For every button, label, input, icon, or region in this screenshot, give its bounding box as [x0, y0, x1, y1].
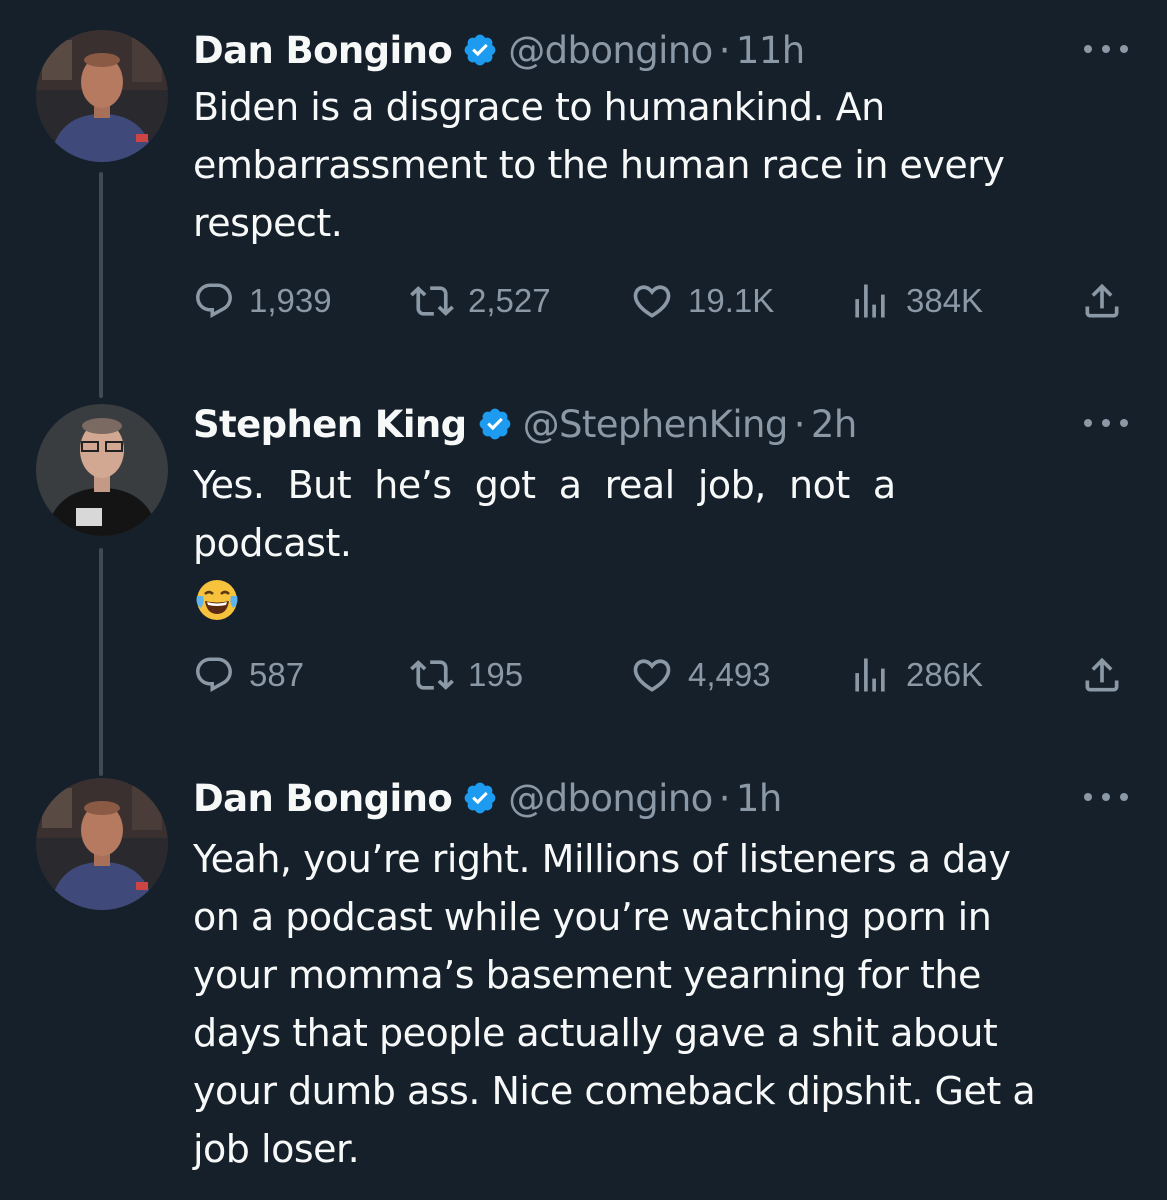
- share-button[interactable]: [1080, 276, 1138, 326]
- author-handle[interactable]: @dbongino: [508, 777, 713, 820]
- retweet-count: 2,527: [468, 282, 551, 319]
- reply-count: 1,939: [249, 282, 332, 319]
- tweet-text-line: Biden is a disgrace to humankind. An: [193, 85, 885, 129]
- timestamp[interactable]: 11h: [736, 29, 805, 72]
- tweet[interactable]: Dan Bongino @dbongino · 11h Biden is a d…: [0, 20, 1167, 340]
- retweet-icon: [410, 286, 454, 316]
- separator-dot: ·: [718, 776, 731, 820]
- retweet-count: 195: [468, 656, 524, 693]
- separator-dot: ·: [793, 402, 806, 446]
- tweet-text-line: days that people actually gave a shit ab…: [193, 1011, 998, 1055]
- reply-count: 587: [249, 656, 305, 693]
- heart-icon: [633, 285, 671, 318]
- views-bar-chart-icon: [855, 658, 885, 692]
- more-options-icon[interactable]: [1084, 782, 1128, 812]
- reply-icon: [196, 657, 232, 692]
- tweet-text: Yes. But he’s got a real job, not a podc…: [193, 456, 896, 634]
- avatar[interactable]: [36, 404, 168, 536]
- tweet-header: Dan Bongino @dbongino · 1h: [193, 768, 782, 828]
- author-name[interactable]: Dan Bongino: [193, 777, 453, 820]
- share-upload-icon: [1085, 657, 1119, 692]
- heart-icon: [633, 659, 671, 692]
- author-handle[interactable]: @StephenKing: [523, 403, 789, 446]
- tweet-text-line: podcast.: [193, 521, 352, 565]
- retweet-icon: [410, 660, 454, 690]
- reply-icon: [196, 283, 232, 318]
- views-button[interactable]: 286K: [848, 650, 983, 700]
- tweet[interactable]: Dan Bongino @dbongino · 1h Yeah, you’re …: [0, 768, 1167, 1188]
- tweet-text-line: your momma’s basement yearning for the: [193, 953, 981, 997]
- tweet-header: Stephen King @StephenKing · 2h: [193, 394, 857, 454]
- tweet-text-line: on a podcast while you’re watching porn …: [193, 895, 992, 939]
- tweet-text: Yeah, you’re right. Millions of listener…: [193, 830, 1036, 1178]
- reply-button[interactable]: 587: [193, 650, 304, 700]
- separator-dot: ·: [718, 28, 731, 72]
- avatar[interactable]: [36, 30, 168, 162]
- tweet-header: Dan Bongino @dbongino · 11h: [193, 20, 805, 80]
- author-name[interactable]: Dan Bongino: [193, 29, 453, 72]
- views-bar-chart-icon: [855, 284, 885, 318]
- like-count: 19.1K: [688, 282, 775, 319]
- timestamp[interactable]: 1h: [736, 777, 782, 820]
- tweet-text-line: Yeah, you’re right. Millions of listener…: [193, 837, 1011, 881]
- share-button[interactable]: [1080, 650, 1138, 700]
- like-button[interactable]: 4,493: [630, 650, 771, 700]
- author-name[interactable]: Stephen King: [193, 403, 467, 446]
- tweet-text: Biden is a disgrace to humankind. An emb…: [193, 78, 1005, 252]
- share-upload-icon: [1085, 283, 1119, 318]
- avatar[interactable]: [36, 778, 168, 910]
- author-handle[interactable]: @dbongino: [508, 29, 713, 72]
- tweet-text-line: Yes. But he’s got a real job, not a: [193, 463, 896, 507]
- tweet-text-line: your dumb ass. Nice comeback dipshit. Ge…: [193, 1069, 1036, 1113]
- tweet[interactable]: Stephen King @StephenKing · 2h Yes. But …: [0, 394, 1167, 724]
- verified-badge-icon: [464, 782, 496, 814]
- emoji-row: [193, 572, 896, 634]
- tweet-text-line: embarrassment to the human race in every: [193, 143, 1005, 187]
- views-count: 384K: [906, 282, 984, 319]
- tweet-actions: 1,939 2,527 19.1K 384K: [0, 276, 1167, 326]
- retweet-button[interactable]: 2,527: [410, 276, 551, 326]
- reply-button[interactable]: 1,939: [193, 276, 332, 326]
- more-options-icon[interactable]: [1084, 34, 1128, 64]
- views-count: 286K: [906, 656, 984, 693]
- timestamp[interactable]: 2h: [811, 403, 857, 446]
- face-with-tears-of-joy-icon: [196, 580, 238, 620]
- tweet-text-line: respect.: [193, 201, 343, 245]
- views-button[interactable]: 384K: [848, 276, 983, 326]
- tweet-actions: 587 195 4,493 286K: [0, 650, 1167, 700]
- verified-badge-icon: [464, 34, 496, 66]
- like-button[interactable]: 19.1K: [630, 276, 774, 326]
- retweet-button[interactable]: 195: [410, 650, 523, 700]
- like-count: 4,493: [688, 656, 771, 693]
- verified-badge-icon: [479, 408, 510, 440]
- tweet-text-line: job loser.: [193, 1127, 360, 1171]
- more-options-icon[interactable]: [1084, 408, 1128, 438]
